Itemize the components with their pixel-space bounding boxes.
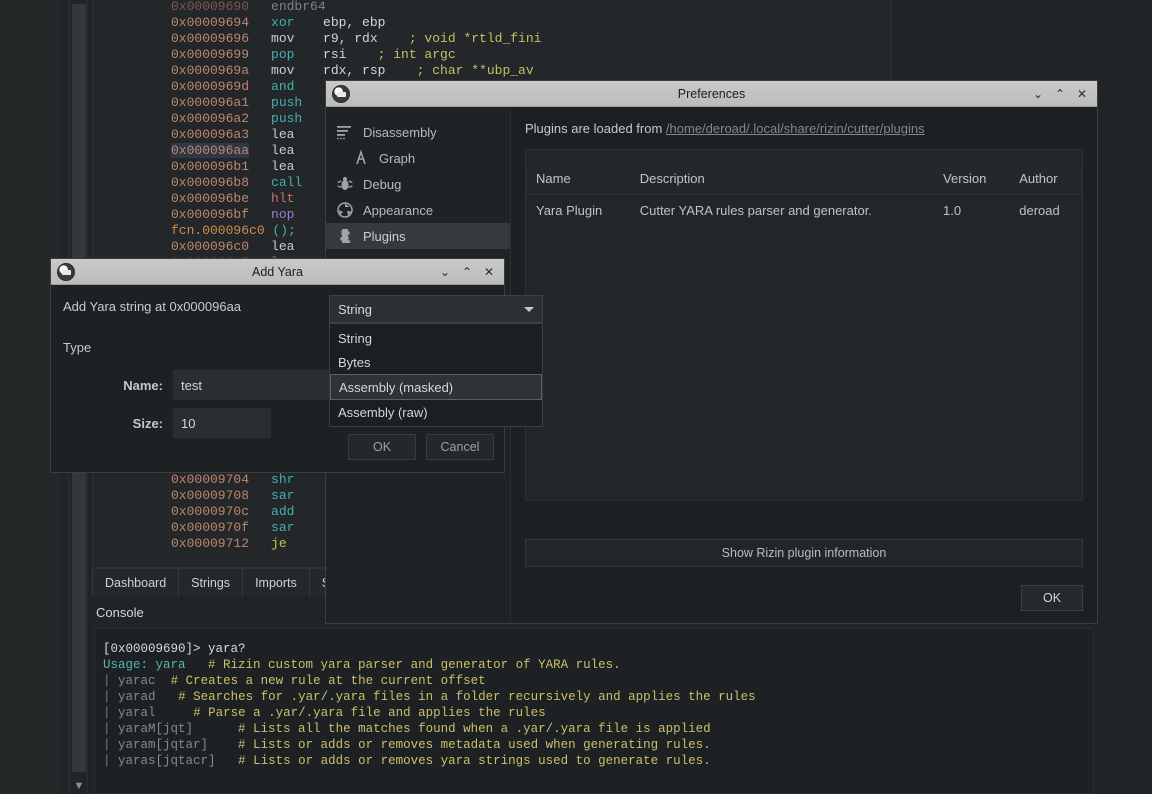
name-label: Name: xyxy=(123,377,163,393)
plugins-table-body: Yara Plugin Cutter YARA rules parser and … xyxy=(526,195,1082,227)
console-panel: Console [0x00009690]> yara? Usage: yara … xyxy=(88,600,1098,794)
sidebar-item-appearance[interactable]: Appearance xyxy=(326,197,510,223)
plugins-path-link[interactable]: /home/deroad/.local/share/rizin/cutter/p… xyxy=(666,121,925,136)
plugins-path-notice: Plugins are loaded from /home/deroad/.lo… xyxy=(525,121,1083,136)
column-header[interactable]: Author xyxy=(1009,163,1082,195)
console-title: Console xyxy=(96,605,144,620)
sidebar-item-label: Graph xyxy=(379,150,416,166)
maximize-icon[interactable]: ⌃ xyxy=(456,261,478,283)
disassembly-line[interactable]: 0x00009694 xor ebp, ebp xyxy=(93,15,891,31)
sidebar-item-graph[interactable]: Graph xyxy=(326,145,510,171)
add-yara-window-buttons: ⌄ ⌃ ✕ xyxy=(434,261,504,283)
sidebar-item-label: Plugins xyxy=(363,228,406,244)
type-dropdown-list[interactable]: String Bytes Assembly (masked) Assembly (ra… xyxy=(329,323,543,427)
minimize-icon[interactable]: ⌄ xyxy=(1027,83,1049,105)
console-output[interactable]: [0x00009690]> yara? Usage: yara # Rizin … xyxy=(94,628,1094,794)
close-icon[interactable]: ✕ xyxy=(1071,83,1093,105)
table-cell: Yara Plugin xyxy=(536,203,603,218)
sidebar-item-debug[interactable]: Debug xyxy=(326,171,510,197)
table-cell: Cutter YARA rules parser and generator. xyxy=(639,203,872,218)
preferences-ok-button[interactable]: OK xyxy=(1021,585,1083,611)
lines-icon xyxy=(336,123,354,141)
preferences-window-buttons: ⌄ ⌃ ✕ xyxy=(1027,83,1097,105)
aperture-icon xyxy=(336,201,354,219)
add-yara-titlebar[interactable]: Add Yara ⌄ ⌃ ✕ xyxy=(51,259,504,285)
disassembly-line[interactable]: 0x00009696 mov r9, rdx ; void *rtld_fini xyxy=(93,31,891,47)
column-header[interactable]: Description xyxy=(629,163,934,195)
maximize-icon[interactable]: ⌃ xyxy=(1049,83,1071,105)
column-header[interactable]: Name xyxy=(526,163,630,195)
graph-icon xyxy=(352,149,370,167)
plugins-path-prefix: Plugins are loaded from xyxy=(525,121,666,136)
add-yara-dialog[interactable]: Add Yara ⌄ ⌃ ✕ Add Yara string at 0x0000… xyxy=(50,258,543,473)
sidebar-item-label: Debug xyxy=(363,176,402,192)
sidebar-item-label: Appearance xyxy=(363,202,434,218)
tab-dashboard[interactable]: Dashboard xyxy=(92,569,180,596)
screen-root: ▼ 0x00009690 endbr64 0x00009694 xor ebp, ebp… xyxy=(0,0,1152,794)
chevron-down-icon xyxy=(524,306,534,312)
cancel-button[interactable]: Cancel xyxy=(426,434,494,460)
preferences-title-text: Preferences xyxy=(677,86,746,101)
dropdown-option[interactable]: Assembly (raw) xyxy=(330,400,542,424)
tab-strings[interactable]: Strings xyxy=(179,569,244,596)
add-yara-buttons: OK Cancel xyxy=(348,434,494,460)
disassembly-line[interactable]: 0x0000969a mov rdx, rsp ; char **ubp_av xyxy=(93,63,891,79)
cutter-logo-icon xyxy=(332,84,350,103)
table-cell: 1.0 xyxy=(943,203,962,218)
preferences-titlebar[interactable]: Preferences ⌄ ⌃ ✕ xyxy=(326,81,1097,107)
sidebar-item-label: Disassembly xyxy=(363,124,437,140)
size-label: Size: xyxy=(132,415,163,431)
table-row[interactable]: Yara Plugin Cutter YARA rules parser and … xyxy=(526,195,1082,227)
plugins-table-container[interactable]: Name Description Version Author Yara Plugin… xyxy=(525,149,1083,501)
scroll-down-arrow-icon[interactable]: ▼ xyxy=(73,780,85,792)
plugins-table-header: Name Description Version Author xyxy=(526,163,1082,195)
type-combobox[interactable]: String xyxy=(329,295,543,323)
close-icon[interactable]: ✕ xyxy=(478,261,500,283)
size-input[interactable]: 10 xyxy=(173,408,271,438)
sidebar-item-plugins[interactable]: Plugins xyxy=(326,223,510,249)
column-header[interactable]: Version xyxy=(933,163,1010,195)
plugins-table: Name Description Version Author Yara Plugin… xyxy=(526,163,1082,226)
type-label: Type xyxy=(63,339,92,355)
sidebar-item-disassembly[interactable]: Disassembly xyxy=(326,119,510,145)
type-combobox-value: String xyxy=(338,301,372,317)
table-cell: deroad xyxy=(1019,203,1060,218)
bug-icon xyxy=(336,175,354,193)
cutter-logo-icon xyxy=(57,262,75,281)
tab-imports[interactable]: Imports xyxy=(243,569,310,596)
puzzle-icon xyxy=(336,227,354,245)
disassembly-line[interactable]: 0x00009690 endbr64 xyxy=(93,0,891,15)
dropdown-option[interactable]: Bytes xyxy=(330,350,542,374)
dropdown-option[interactable]: Assembly (masked) xyxy=(330,374,542,400)
ok-button[interactable]: OK xyxy=(348,434,416,460)
show-rizin-plugin-information-button[interactable]: Show Rizin plugin information xyxy=(525,539,1083,567)
disassembly-line[interactable]: 0x00009699 pop rsi ; int argc xyxy=(93,47,891,63)
preferences-content: Plugins are loaded from /home/deroad/.lo… xyxy=(511,107,1097,623)
minimize-icon[interactable]: ⌄ xyxy=(434,261,456,283)
dropdown-option[interactable]: String xyxy=(330,326,542,350)
